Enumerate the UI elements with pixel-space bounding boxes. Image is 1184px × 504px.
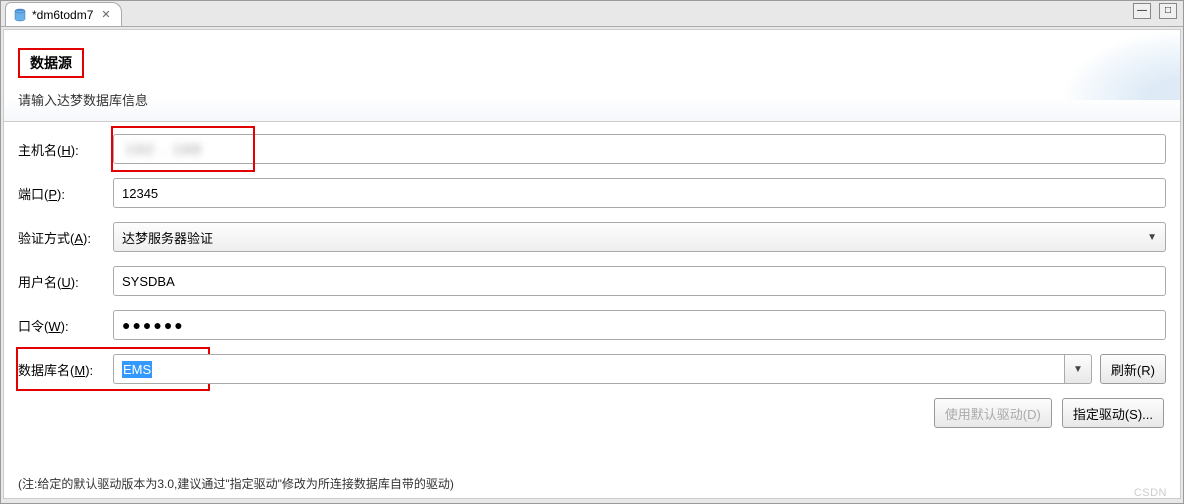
maximize-button[interactable]: □: [1159, 3, 1177, 19]
port-input[interactable]: [113, 178, 1166, 208]
dbname-dropdown-button[interactable]: ▼: [1064, 354, 1092, 384]
row-dbname: 数据库名(M): EMS ▼ 刷新(R): [18, 354, 1166, 384]
row-password: 口令(W): ●●●●●●: [18, 310, 1166, 340]
page-title: 数据源: [26, 51, 76, 75]
host-input[interactable]: 192 . 168: [113, 134, 1166, 164]
driver-buttons: 使用默认驱动(D) 指定驱动(S)...: [18, 398, 1166, 428]
row-user: 用户名(U):: [18, 266, 1166, 296]
label-password: 口令(W):: [18, 316, 113, 335]
header: 数据源 请输入达梦数据库信息: [4, 30, 1180, 122]
row-auth: 验证方式(A): 达梦服务器验证 ▼: [18, 222, 1166, 252]
label-user: 用户名(U):: [18, 272, 113, 291]
use-default-driver-button[interactable]: 使用默认驱动(D): [934, 398, 1052, 428]
label-host: 主机名(H):: [18, 140, 113, 159]
window-controls: — □: [1133, 3, 1177, 19]
label-dbname: 数据库名(M):: [18, 360, 113, 379]
form: 主机名(H): 192 . 168 端口(P):: [4, 122, 1180, 440]
label-auth: 验证方式(A):: [18, 228, 113, 247]
auth-select[interactable]: 达梦服务器验证 ▼: [113, 222, 1166, 252]
user-input[interactable]: [113, 266, 1166, 296]
tab-title: *dm6todm7: [32, 8, 93, 22]
database-icon: [12, 7, 28, 23]
page-subtitle: 请输入达梦数据库信息: [18, 90, 1166, 109]
row-port: 端口(P):: [18, 178, 1166, 208]
dbname-value: EMS: [122, 361, 152, 378]
host-input-wrap: 192 . 168: [113, 134, 1166, 164]
highlight-box-title: 数据源: [18, 48, 84, 78]
content: 数据源 请输入达梦数据库信息 主机名(H): 192 . 168 端口(P):: [3, 29, 1181, 499]
specify-driver-button[interactable]: 指定驱动(S)...: [1062, 398, 1164, 428]
tab-close-icon[interactable]: ✕: [101, 8, 110, 21]
chevron-down-icon: ▼: [1073, 364, 1083, 375]
tab-bar: *dm6todm7 ✕ — □: [1, 1, 1183, 27]
auth-value: 达梦服务器验证: [122, 228, 213, 247]
dbname-input[interactable]: EMS: [113, 354, 1064, 384]
window: *dm6todm7 ✕ — □ 数据源 请输入达梦数据库信息 主机名(H): 1…: [0, 0, 1184, 504]
refresh-button[interactable]: 刷新(R): [1100, 354, 1166, 384]
label-port: 端口(P):: [18, 184, 113, 203]
tab-dm6todm7[interactable]: *dm6todm7 ✕: [5, 2, 122, 26]
host-blurred-value: 192 . 168: [122, 141, 202, 157]
row-host: 主机名(H): 192 . 168: [18, 134, 1166, 164]
driver-note: (注:给定的默认驱动版本为3.0,建议通过"指定驱动"修改为所连接数据库自带的驱…: [18, 475, 454, 492]
minimize-button[interactable]: —: [1133, 3, 1151, 19]
password-input[interactable]: ●●●●●●: [113, 310, 1166, 340]
chevron-down-icon: ▼: [1147, 232, 1157, 243]
